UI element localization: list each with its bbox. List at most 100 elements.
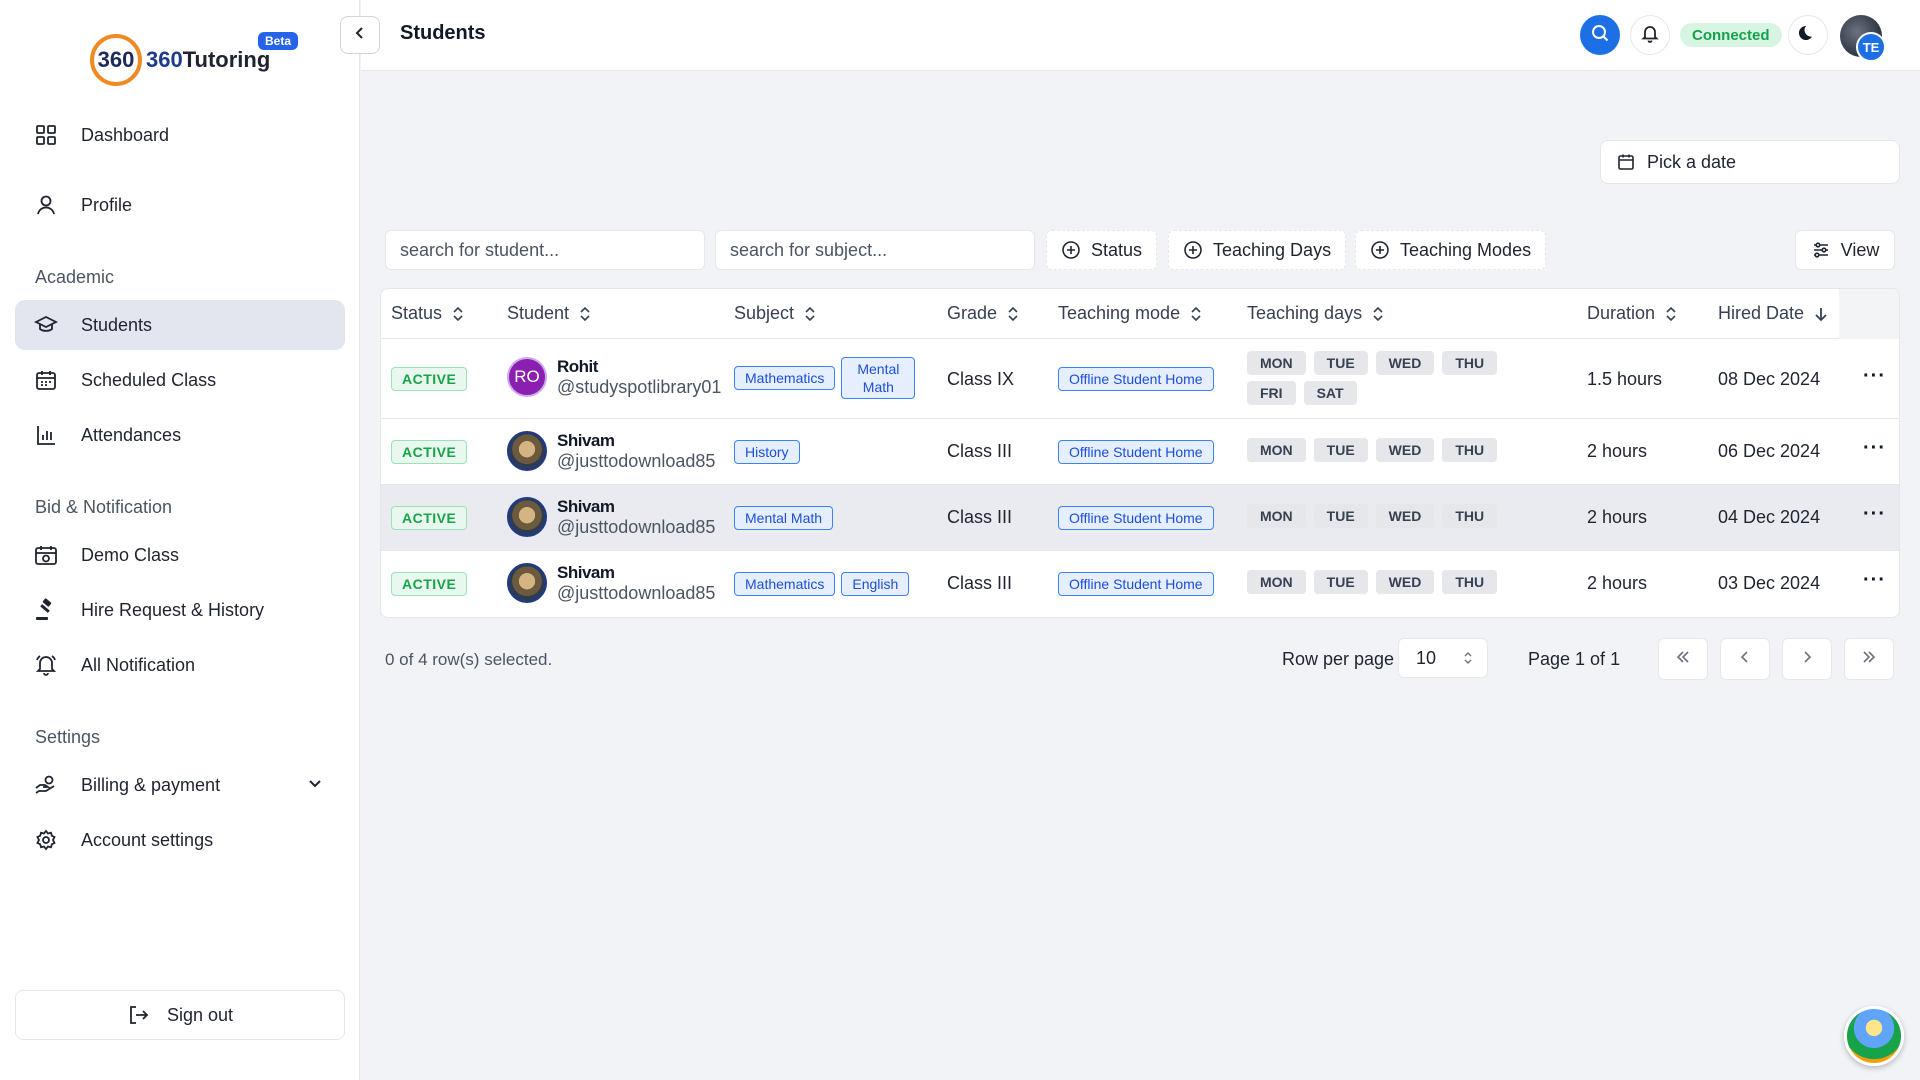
more-actions-icon[interactable]: ··· [1863,503,1886,526]
plus-circle-icon [1061,240,1081,260]
table-row[interactable]: ACTIVE Shivam @justtodownload85 Mathemati… [381,551,1899,617]
sidebar-item-students[interactable]: Students [15,300,345,350]
table-row[interactable]: ACTIVE Shivam @justtodownload85 History C… [381,419,1899,485]
hired-date: 03 Dec 2024 [1718,573,1821,593]
logo-name: Tutoring [182,47,271,72]
column-header-grade[interactable]: Grade [947,303,1019,324]
duration: 1.5 hours [1587,369,1663,389]
hand-coins-icon [33,772,59,798]
sidebar-item-account-settings[interactable]: Account settings [15,815,345,865]
header-search-button[interactable] [1580,15,1620,55]
student-name[interactable]: Shivam [557,497,715,517]
more-actions-icon[interactable]: ··· [1863,437,1886,460]
moon-icon [1798,23,1818,48]
logout-icon [127,1004,149,1026]
day-chip: FRI [1247,381,1296,405]
rows-per-page-label: Row per page [1282,649,1395,669]
sort-icon [1372,306,1384,322]
arrow-down-icon [1814,306,1828,322]
sidebar-item-profile[interactable]: Profile [15,180,345,230]
filter-label: Teaching Modes [1400,239,1532,260]
rows-per-page-select[interactable]: 10 [1398,638,1488,678]
beta-badge: Beta [258,32,299,50]
view-options-button[interactable]: View [1795,230,1895,270]
sidebar-item-billing-payment[interactable]: Billing & payment [15,760,345,810]
avatar [507,497,547,537]
student-name[interactable]: Rohit [557,357,721,377]
sort-icon [1190,306,1202,322]
bell-ring-icon [33,652,59,678]
column-label: Subject [734,303,795,323]
teaching-modes-filter-button[interactable]: Teaching Modes [1355,230,1547,270]
sliders-icon [1811,240,1831,260]
student-search-input[interactable] [385,230,705,270]
day-chip: THU [1442,570,1498,594]
teaching-mode-tag: Offline Student Home [1058,506,1214,530]
notifications-button[interactable] [1630,15,1670,55]
column-header-duration[interactable]: Duration [1587,303,1677,324]
column-label: Student [507,303,570,323]
logo-text: 360Tutoring [146,47,270,73]
user-icon [33,192,59,218]
column-label: Duration [1587,303,1656,323]
column-header-hired-date[interactable]: Hired Date [1718,303,1828,324]
sidebar-item-hire-request[interactable]: Hire Request & History [15,585,345,635]
day-chip: THU [1442,504,1498,528]
more-actions-icon[interactable]: ··· [1863,569,1886,592]
day-chip: WED [1375,504,1435,528]
column-header-teaching-days[interactable]: Teaching days [1247,303,1384,324]
hired-date: 08 Dec 2024 [1718,369,1821,389]
column-label: Grade [947,303,998,323]
sidebar-item-scheduled-class[interactable]: Scheduled Class [15,355,345,405]
grade: Class IX [947,369,1015,389]
previous-page-button[interactable] [1720,638,1770,680]
filter-label: Status [1091,239,1143,260]
column-header-actions [1839,289,1899,339]
column-header-teaching-mode[interactable]: Teaching mode [1058,303,1202,324]
date-picker[interactable]: Pick a date [1600,140,1900,184]
teaching-days-filter-button[interactable]: Teaching Days [1168,230,1347,270]
page-info: Page 1 of 1 [1528,649,1621,669]
day-chip: MON [1247,504,1306,528]
day-chip: MON [1247,570,1306,594]
rows-per-page-value: 10 [1416,647,1437,668]
teaching-mode-tag: Offline Student Home [1058,572,1214,596]
student-name[interactable]: Shivam [557,431,715,451]
sidebar: 360 360Tutoring Beta Dashboard Profile A… [0,0,360,1080]
view-label: View [1840,239,1880,260]
sidebar-item-label: Scheduled Class [81,369,217,390]
table-header: Status Student Subject Grade Teaching mo… [381,289,1899,339]
chevron-down-icon[interactable] [305,773,325,798]
next-page-button[interactable] [1782,638,1832,680]
subject-search-input[interactable] [715,230,1035,270]
floating-help-badge[interactable] [1844,1006,1904,1066]
subject-tag: History [734,440,800,464]
more-actions-icon[interactable]: ··· [1863,365,1886,388]
app-logo[interactable]: 360 360Tutoring Beta [90,32,299,86]
status-filter-button[interactable]: Status [1046,230,1158,270]
sidebar-item-attendances[interactable]: Attendances [15,410,345,460]
status-badge: ACTIVE [391,572,468,596]
theme-toggle-button[interactable] [1788,15,1828,55]
column-header-student[interactable]: Student [507,303,591,324]
column-header-subject[interactable]: Subject [734,303,816,324]
sidebar-item-label: Dashboard [81,124,170,145]
collapse-sidebar-button[interactable] [340,16,380,54]
sign-out-button[interactable]: Sign out [15,990,345,1040]
sidebar-item-label: Demo Class [81,544,180,565]
column-label: Hired Date [1718,303,1805,323]
sidebar-item-demo-class[interactable]: Demo Class [15,530,345,580]
table-row[interactable]: ACTIVE Shivam @justtodownload85 Mental Ma… [381,485,1899,551]
day-chip: TUE [1313,570,1368,594]
student-name[interactable]: Shivam [557,563,715,583]
table-row[interactable]: ACTIVE RO Rohit @studyspotlibrary01 Mathe… [381,339,1899,419]
day-chip: WED [1375,438,1435,462]
sidebar-item-dashboard[interactable]: Dashboard [15,110,345,160]
plus-circle-icon [1183,240,1203,260]
last-page-button[interactable] [1844,638,1894,680]
hired-date: 04 Dec 2024 [1718,507,1821,527]
sidebar-item-all-notification[interactable]: All Notification [15,640,345,690]
first-page-button[interactable] [1658,638,1708,680]
section-bid-notification: Bid & Notification [35,497,173,517]
column-header-status[interactable]: Status [391,303,464,324]
